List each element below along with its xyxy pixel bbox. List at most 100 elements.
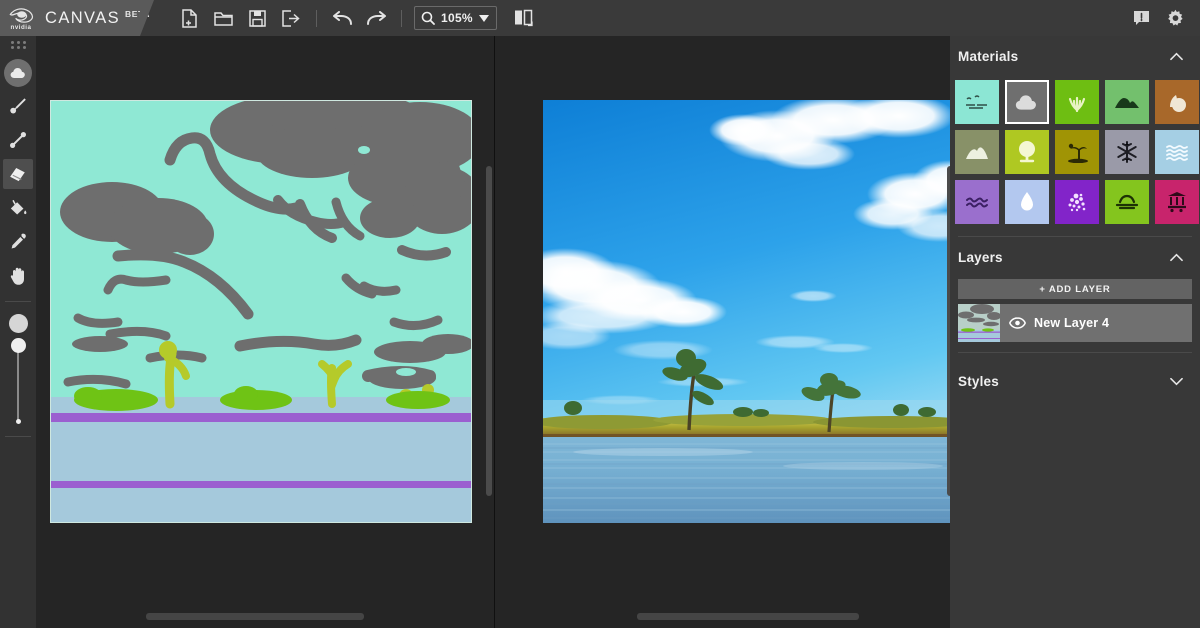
chevron-up-icon[interactable] (1170, 52, 1183, 61)
new-file-button[interactable] (172, 0, 206, 36)
toolbar-divider-bottom (5, 436, 31, 437)
drag-grip-icon[interactable] (9, 41, 27, 49)
material-flowers[interactable] (1055, 180, 1099, 224)
rendered-output-canvas[interactable] (495, 36, 965, 628)
material-sea[interactable] (1155, 130, 1199, 174)
active-material-swatch[interactable] (4, 59, 32, 87)
save-disk-icon (248, 9, 266, 27)
slider-track (17, 344, 19, 422)
material-sky[interactable] (955, 80, 999, 124)
chevron-up-icon[interactable] (1170, 253, 1183, 262)
line-tool[interactable] (3, 125, 33, 155)
chevron-down-icon (478, 14, 489, 22)
undo-arrow-icon (332, 10, 352, 25)
layer-row[interactable]: New Layer 4 (958, 304, 1192, 342)
history-actions-group (325, 0, 393, 36)
hand-icon (10, 267, 24, 285)
material-bush[interactable] (1005, 130, 1049, 174)
nvidia-logo: nvidia (8, 6, 34, 31)
right-horizontal-scrollbar[interactable] (637, 613, 859, 620)
hill-icon (1115, 98, 1139, 108)
toolbar-divider-1 (316, 9, 317, 27)
left-horizontal-scrollbar[interactable] (146, 613, 364, 620)
bush-tree-icon (1019, 141, 1035, 163)
material-grass[interactable] (1055, 80, 1099, 124)
file-actions-group (172, 0, 308, 36)
eraser-tool[interactable] (3, 159, 33, 189)
redo-button[interactable] (359, 0, 393, 36)
segmentation-artboard[interactable] (50, 100, 472, 523)
paintbrush-tool[interactable] (3, 91, 33, 121)
split-view-button[interactable] (507, 0, 541, 36)
eraser-icon (9, 167, 25, 181)
add-layer-button[interactable]: + ADD LAYER (958, 279, 1192, 299)
material-island[interactable] (1055, 130, 1099, 174)
toolbar-divider-2 (401, 9, 402, 27)
brush-size-preview (8, 314, 28, 333)
left-vertical-scrollbar[interactable] (486, 166, 492, 496)
pan-tool[interactable] (3, 261, 33, 291)
split-view-icon (515, 9, 534, 27)
material-river[interactable] (955, 180, 999, 224)
birds-sky-icon (966, 95, 987, 109)
save-button[interactable] (240, 0, 274, 36)
feedback-button[interactable] (1124, 0, 1158, 36)
material-ruins[interactable] (1155, 180, 1199, 224)
styles-section-header[interactable]: Styles (950, 361, 1200, 401)
nvidia-canvas-window: nvidia CANVAS BETA 105% Materials Layers… (0, 0, 1200, 628)
material-snow[interactable] (1105, 130, 1149, 174)
layers-title: Layers (958, 249, 1003, 265)
materials-section-header[interactable]: Materials (950, 36, 1200, 76)
fog-icon (1115, 194, 1139, 210)
material-water[interactable] (1005, 180, 1049, 224)
layer-visibility-toggle[interactable] (1000, 317, 1034, 329)
slider-min-dot (15, 419, 21, 424)
slider-knob[interactable] (11, 338, 26, 353)
segmentation-canvas[interactable] (36, 36, 494, 628)
line-icon (10, 132, 26, 148)
layers-section-header[interactable]: Layers (950, 237, 1200, 277)
nvidia-wordmark: nvidia (10, 23, 32, 31)
layer-name: New Layer 4 (1034, 316, 1110, 330)
chevron-down-icon[interactable] (1170, 377, 1183, 386)
open-file-button[interactable] (206, 0, 240, 36)
eyedropper-icon (11, 233, 26, 249)
brush-size-slider[interactable] (9, 338, 27, 424)
zoom-level-value: 105% (441, 11, 473, 25)
ruins-icon (1168, 192, 1186, 213)
top-toolbar: nvidia CANVAS BETA 105% (0, 0, 1200, 36)
grass-icon (1068, 96, 1086, 112)
panel-divider-2 (958, 352, 1192, 353)
materials-title: Materials (958, 48, 1019, 64)
paint-bucket-icon (10, 200, 27, 215)
undo-button[interactable] (325, 0, 359, 36)
beta-badge: BETA (125, 9, 150, 19)
cloud-icon (1015, 94, 1036, 110)
zoom-control[interactable]: 105% (414, 6, 497, 30)
rendered-artboard[interactable] (543, 100, 965, 523)
material-mountain[interactable] (955, 130, 999, 174)
flower-dots-icon (1068, 193, 1086, 212)
export-button[interactable] (274, 0, 308, 36)
app-brand: nvidia CANVAS BETA (0, 0, 154, 36)
material-cloud[interactable] (1005, 80, 1049, 124)
segmentation-artwork (50, 100, 472, 523)
comment-alert-icon (1133, 11, 1149, 25)
fill-tool[interactable] (3, 193, 33, 223)
redo-arrow-icon (366, 10, 386, 25)
eye-icon (1008, 317, 1026, 329)
eyedropper-tool[interactable] (3, 227, 33, 257)
material-hill[interactable] (1105, 80, 1149, 124)
toolbar-divider-left (5, 301, 31, 302)
mountain-icon (966, 147, 988, 159)
paintbrush-icon (10, 98, 26, 114)
export-icon (282, 9, 300, 27)
water-drop-icon (1021, 192, 1033, 211)
cloud-icon (10, 67, 25, 79)
material-rock[interactable] (1155, 80, 1199, 124)
river-waves-icon (966, 197, 988, 208)
add-layer-label: + ADD LAYER (1039, 283, 1111, 295)
layer-thumbnail (958, 304, 1000, 342)
material-fog[interactable] (1105, 180, 1149, 224)
settings-button[interactable] (1158, 0, 1192, 36)
